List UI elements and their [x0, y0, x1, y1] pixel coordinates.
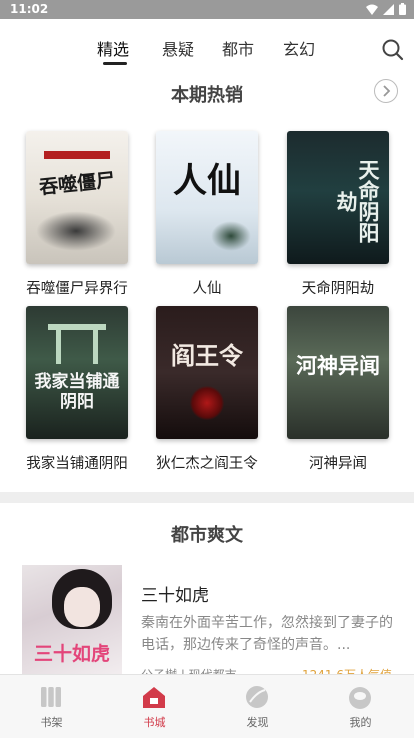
cover-title: 吞噬僵尸	[38, 169, 117, 199]
cellular-icon	[383, 3, 394, 15]
book-title[interactable]: 吞噬僵尸异界行	[6, 277, 148, 298]
tab-fantasy[interactable]: 玄幻	[283, 36, 315, 60]
book-cover[interactable]: 吞噬僵尸	[26, 131, 128, 264]
status-time: 11:02	[10, 2, 49, 16]
book-card[interactable]: 我家当铺通阴阳 我家当铺通阴阳	[26, 306, 128, 472]
book-card[interactable]: 人仙 人仙	[156, 131, 258, 297]
hot-more-button[interactable]	[374, 79, 398, 103]
nav-label: 书城	[143, 716, 166, 729]
book-cover[interactable]: 阎王令	[156, 306, 258, 439]
book-title[interactable]: 人仙	[136, 277, 278, 298]
book-cover[interactable]: 天命阴阳劫	[287, 131, 389, 264]
book-title[interactable]: 河神异闻	[267, 452, 409, 473]
nav-bookshelf[interactable]: 书架	[0, 675, 103, 738]
book-title[interactable]: 三十如虎	[141, 581, 209, 606]
book-card[interactable]: 河神异闻 河神异闻	[287, 306, 389, 472]
book-cover[interactable]: 人仙	[156, 131, 258, 264]
book-title[interactable]: 天命阴阳劫	[267, 277, 409, 298]
profile-icon	[349, 687, 371, 709]
cover-title: 天命阴阳劫	[334, 159, 381, 243]
nav-label: 书架	[40, 716, 63, 729]
search-icon[interactable]	[381, 38, 405, 62]
book-cover[interactable]: 我家当铺通阴阳	[26, 306, 128, 439]
book-title[interactable]: 狄仁杰之阎王令	[136, 452, 278, 473]
active-tab-indicator	[103, 62, 127, 65]
book-card[interactable]: 阎王令 狄仁杰之阎王令	[156, 306, 258, 472]
tab-city[interactable]: 都市	[222, 36, 254, 60]
cover-title: 人仙	[173, 161, 241, 201]
nav-label: 发现	[246, 716, 269, 729]
city-section-title: 都市爽文	[171, 525, 243, 546]
cover-title: 三十如虎	[33, 643, 110, 665]
book-description: 秦南在外面辛苦工作，忽然接到了妻子的电话，那边传来了奇怪的声音。...	[141, 615, 393, 653]
book-title[interactable]: 我家当铺通阴阳	[6, 452, 148, 473]
nav-label: 我的	[349, 716, 372, 729]
bottom-nav: 书架 书城 发现 我的	[0, 674, 414, 738]
battery-icon	[399, 3, 406, 15]
bookshelf-icon	[41, 687, 61, 707]
discover-icon	[246, 686, 268, 708]
wifi-icon	[366, 4, 378, 15]
book-cover[interactable]: 三十如虎	[22, 565, 122, 677]
chevron-right-icon	[383, 85, 391, 97]
hot-section-title: 本期热销	[171, 85, 243, 106]
book-card[interactable]: 天命阴阳劫 天命阴阳劫	[287, 131, 389, 297]
book-cover[interactable]: 河神异闻	[287, 306, 389, 439]
store-icon	[143, 687, 165, 708]
nav-bookstore[interactable]: 书城	[103, 675, 206, 738]
tab-featured[interactable]: 精选	[97, 36, 129, 60]
section-divider	[0, 492, 414, 503]
cover-title: 阎王令	[171, 341, 243, 370]
list-item[interactable]: 三十如虎 三十如虎 秦南在外面辛苦工作，忽然接到了妻子的电话，那边传来了奇怪的声…	[0, 560, 414, 682]
book-card[interactable]: 吞噬僵尸 吞噬僵尸异界行	[26, 131, 128, 297]
nav-profile[interactable]: 我的	[309, 675, 412, 738]
cover-title: 河神异闻	[296, 353, 380, 378]
tab-mystery[interactable]: 悬疑	[162, 36, 194, 60]
status-bar: 11:02	[0, 0, 414, 19]
category-tabs: 精选 悬疑 都市 玄幻	[0, 19, 414, 67]
cover-title: 我家当铺通阴阳	[34, 372, 120, 412]
nav-discover[interactable]: 发现	[206, 675, 309, 738]
status-icons	[366, 3, 406, 15]
